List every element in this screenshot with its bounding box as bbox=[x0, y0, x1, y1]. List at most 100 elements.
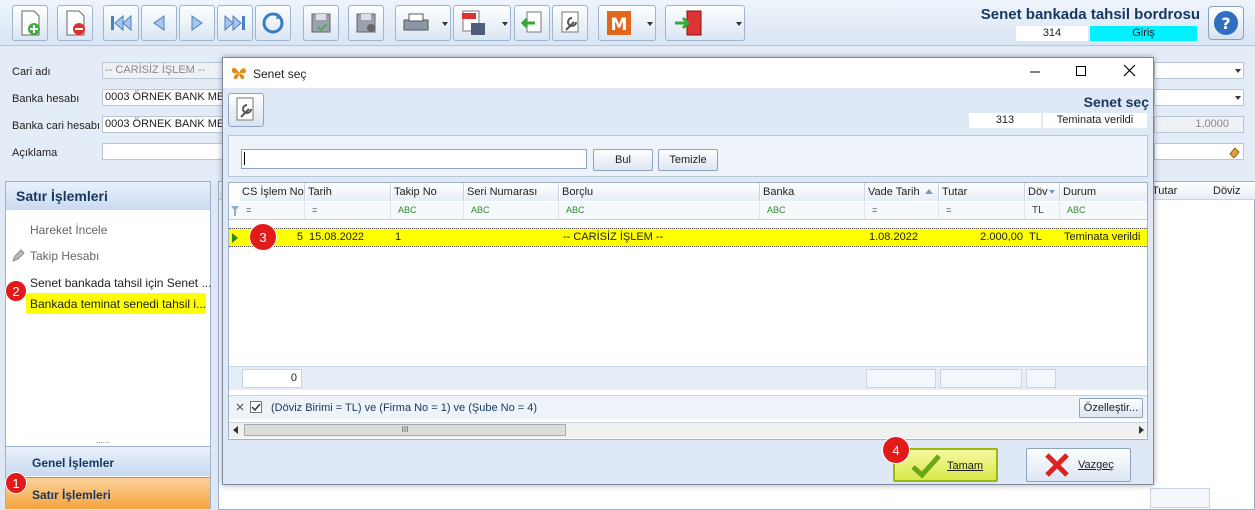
search-input[interactable] bbox=[241, 149, 587, 169]
aciklama-field[interactable] bbox=[102, 143, 224, 160]
clear-button[interactable]: Temizle bbox=[658, 149, 718, 171]
help-icon: ? bbox=[1214, 11, 1238, 35]
col-banka[interactable]: Banka bbox=[761, 183, 865, 201]
col-borclu[interactable]: Borçlu bbox=[560, 183, 760, 201]
settings-tool-button[interactable] bbox=[552, 5, 588, 41]
filter-expression[interactable]: (Döviz Birimi = TL) ve (Firma No = 1) ve… bbox=[271, 402, 537, 414]
col-tutar[interactable]: Tutar bbox=[940, 183, 1025, 201]
rate-field[interactable]: 1,0000 bbox=[1154, 116, 1244, 133]
save-button[interactable] bbox=[303, 5, 339, 41]
right-combo-2[interactable] bbox=[1154, 89, 1244, 106]
checkmark-icon bbox=[251, 403, 261, 412]
exit-button[interactable] bbox=[665, 5, 745, 41]
ok-label: Tamam bbox=[947, 460, 984, 472]
filter-durum[interactable]: ABC bbox=[1061, 202, 1147, 219]
new-document-button[interactable] bbox=[12, 5, 48, 41]
customize-button[interactable]: Özelleştir... bbox=[1079, 398, 1143, 418]
col-durum[interactable]: Durum bbox=[1061, 183, 1147, 201]
senet-sec-dialog: Senet seç Senet seç 313 Teminata verildi… bbox=[222, 57, 1154, 485]
tab-genel-islemler[interactable]: Genel İşlemler bbox=[6, 446, 210, 476]
col-takip-no[interactable]: Takip No bbox=[392, 183, 464, 201]
minimize-button[interactable] bbox=[1029, 64, 1041, 81]
first-icon bbox=[111, 14, 132, 32]
previous-record-button[interactable] bbox=[141, 5, 177, 41]
printer-icon bbox=[403, 13, 429, 31]
tab-satir-islemleri[interactable]: Satır İşlemleri bbox=[6, 477, 210, 509]
filter-doviz[interactable]: TL bbox=[1026, 202, 1060, 219]
close-button[interactable] bbox=[1123, 64, 1136, 81]
sidebar-item-teminat-tahsil[interactable]: Bankada teminat senedi tahsil i... bbox=[30, 297, 206, 311]
scroll-right-icon[interactable] bbox=[1139, 426, 1144, 434]
filter-dropdown-icon[interactable] bbox=[1049, 190, 1055, 194]
filter-tarih[interactable]: = bbox=[306, 202, 391, 219]
refresh-button[interactable] bbox=[255, 5, 291, 41]
clear-filter-icon[interactable] bbox=[236, 403, 244, 411]
filter-enabled-checkbox[interactable] bbox=[250, 401, 262, 413]
right-combo-1[interactable] bbox=[1154, 62, 1244, 79]
filter-cs-islem-no[interactable]: = bbox=[240, 202, 305, 219]
delete-document-button[interactable] bbox=[57, 5, 93, 41]
checkmark-icon bbox=[911, 454, 941, 478]
filter-banka[interactable]: ABC bbox=[761, 202, 865, 219]
find-button[interactable]: Bul bbox=[593, 149, 653, 171]
col-seri-numarasi[interactable]: Seri Numarası bbox=[465, 183, 559, 201]
module-menu-button[interactable]: M bbox=[598, 5, 656, 41]
dialog-number: 313 bbox=[969, 113, 1041, 128]
cell-takip-no: 1 bbox=[395, 231, 402, 243]
filter-seri[interactable]: ABC bbox=[465, 202, 559, 219]
print-button[interactable] bbox=[395, 5, 451, 41]
chevron-down-icon bbox=[502, 22, 508, 26]
sidebar-grip[interactable]: ...... bbox=[96, 436, 109, 445]
last-record-button[interactable] bbox=[217, 5, 253, 41]
scroll-thumb[interactable]: III bbox=[244, 424, 566, 436]
minimize-icon bbox=[1030, 71, 1040, 73]
footer-tutar-cell bbox=[940, 369, 1022, 388]
dialog-title: Senet seç bbox=[253, 67, 307, 81]
delete-document-icon bbox=[66, 10, 85, 36]
help-button[interactable]: ? bbox=[1208, 6, 1244, 40]
scroll-left-icon[interactable] bbox=[233, 426, 238, 434]
sidebar-item-hareket-incele[interactable]: Hareket İncele bbox=[30, 223, 107, 237]
text-cursor bbox=[244, 152, 245, 165]
sidebar-item-senet-bankada[interactable]: Senet bankada tahsil için Senet ... bbox=[30, 276, 211, 290]
pdf-export-button[interactable] bbox=[453, 5, 511, 41]
filter-vade[interactable]: = bbox=[866, 202, 939, 219]
cell-tutar: 2.000,00 bbox=[980, 231, 1023, 243]
step-marker-1: 1 bbox=[5, 472, 27, 494]
chevron-down-icon bbox=[442, 22, 448, 26]
banka-cari-field[interactable]: 0003 ÖRNEK BANK MELİK bbox=[102, 116, 224, 133]
cari-adi-field[interactable]: -- CARİSİZ İŞLEM -- bbox=[102, 62, 224, 79]
footer-doviz-cell bbox=[1026, 369, 1056, 388]
edit-icon bbox=[12, 249, 25, 262]
last-icon bbox=[224, 14, 245, 32]
cell-durum: Teminata verildi bbox=[1064, 231, 1141, 243]
filter-borclu[interactable]: ABC bbox=[560, 202, 760, 219]
next-record-button[interactable] bbox=[179, 5, 215, 41]
right-field-4[interactable] bbox=[1154, 143, 1244, 160]
col-tarih[interactable]: Tarih bbox=[306, 183, 391, 201]
cell-seri bbox=[465, 229, 559, 246]
save-close-button[interactable] bbox=[348, 5, 384, 41]
import-button[interactable] bbox=[514, 5, 550, 41]
footer-sum-cell bbox=[1150, 488, 1210, 508]
dialog-settings-button[interactable] bbox=[228, 93, 264, 127]
banka-hesabi-label: Banka hesabı bbox=[12, 93, 80, 105]
filter-tutar[interactable]: = bbox=[940, 202, 1025, 219]
col-cs-islem-no[interactable]: CS İşlem No bbox=[240, 183, 305, 201]
cell-banka bbox=[761, 229, 865, 246]
sidebar-item-takip-hesabi[interactable]: Takip Hesabı bbox=[30, 249, 99, 263]
first-record-button[interactable] bbox=[103, 5, 139, 41]
eraser-icon bbox=[1229, 147, 1240, 158]
save-close-icon bbox=[356, 13, 376, 33]
maximize-button[interactable] bbox=[1075, 64, 1087, 81]
cancel-button[interactable]: Vazgeç bbox=[1026, 448, 1131, 482]
filter-takip-no[interactable]: ABC bbox=[392, 202, 464, 219]
sort-ascending-icon bbox=[925, 189, 933, 194]
banka-hesabi-field[interactable]: 0003 ÖRNEK BANK MELİK bbox=[102, 89, 224, 106]
row-indicator-icon bbox=[232, 233, 238, 243]
main-toolbar: M Senet bankada tahsil bordrosu 314 Giri… bbox=[0, 0, 1255, 46]
cari-adi-label: Cari adı bbox=[12, 66, 51, 78]
table-row[interactable]: 5 15.08.2022 1 -- CARİSİZ İŞLEM -- 1.08.… bbox=[229, 228, 1147, 247]
m-logo-icon: M bbox=[607, 11, 631, 35]
svg-text:M: M bbox=[611, 15, 628, 35]
